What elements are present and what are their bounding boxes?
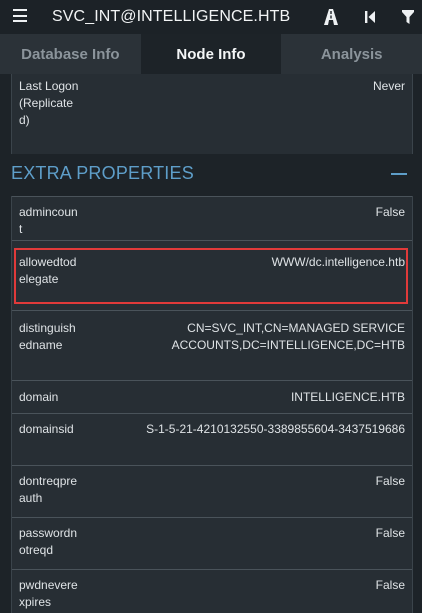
- tab-node-info[interactable]: Node Info: [140, 34, 282, 74]
- extra-properties-table: admincount False allowedtodelegate WWW/d…: [11, 196, 413, 613]
- tab-bar: Database Info Node Info Analysis: [0, 34, 422, 74]
- property-key: allowedtodelegate: [19, 255, 77, 286]
- property-key: Last Logon (Replicated): [19, 79, 79, 127]
- table-row: dontreqpreauth False: [12, 465, 412, 517]
- property-value: False: [375, 474, 405, 488]
- property-value: Never: [372, 79, 405, 93]
- property-value: False: [375, 526, 405, 540]
- property-key: domain: [19, 390, 59, 404]
- property-value: False: [375, 578, 405, 592]
- property-value: CN=SVC_INT,CN=MANAGED SERVICE ACCOUNTS,D…: [171, 321, 405, 352]
- table-row: admincount False: [12, 196, 412, 240]
- properties-table: Last Logon (Replicated) Never: [11, 74, 413, 154]
- table-row: pwdneverexpires False: [12, 569, 412, 613]
- title-bar: SVC_INT@INTELLIGENCE.HTB: [0, 0, 422, 34]
- property-key: domainsid: [19, 422, 74, 436]
- property-value: INTELLIGENCE.HTB: [290, 390, 405, 404]
- section-title: EXTRA PROPERTIES: [11, 163, 194, 183]
- table-row: Last Logon (Replicated) Never: [12, 74, 412, 154]
- property-key: pwdneverexpires: [19, 578, 78, 609]
- property-value: False: [375, 205, 405, 219]
- table-row: domainsid S-1-5-21-4210132550-3389855604…: [12, 413, 412, 465]
- property-key: distinguishedname: [19, 321, 76, 352]
- property-value: WWW/dc.intelligence.htb: [271, 255, 405, 269]
- tab-analysis[interactable]: Analysis: [281, 34, 422, 74]
- property-key: passwordnotreqd: [19, 526, 78, 557]
- back-icon[interactable]: [361, 8, 379, 26]
- menu-icon[interactable]: [13, 9, 27, 22]
- table-row: passwordnotreqd False: [12, 517, 412, 569]
- tab-database-info[interactable]: Database Info: [0, 34, 141, 74]
- path-finding-icon[interactable]: [322, 8, 340, 26]
- filter-icon[interactable]: [399, 8, 417, 26]
- minus-icon[interactable]: [391, 173, 407, 175]
- table-row: domain INTELLIGENCE.HTB: [12, 380, 412, 413]
- property-value: S-1-5-21-4210132550-3389855604-343751968…: [146, 422, 405, 436]
- table-row: distinguishedname CN=SVC_INT,CN=MANAGED …: [12, 310, 412, 380]
- node-info-panel[interactable]: Last Logon (Replicated) Never EXTRA PROP…: [0, 74, 422, 613]
- table-row: allowedtodelegate WWW/dc.intelligence.ht…: [12, 240, 412, 310]
- property-key: admincount: [19, 205, 78, 236]
- property-key: dontreqpreauth: [19, 474, 78, 505]
- node-title: SVC_INT@INTELLIGENCE.HTB: [52, 8, 291, 25]
